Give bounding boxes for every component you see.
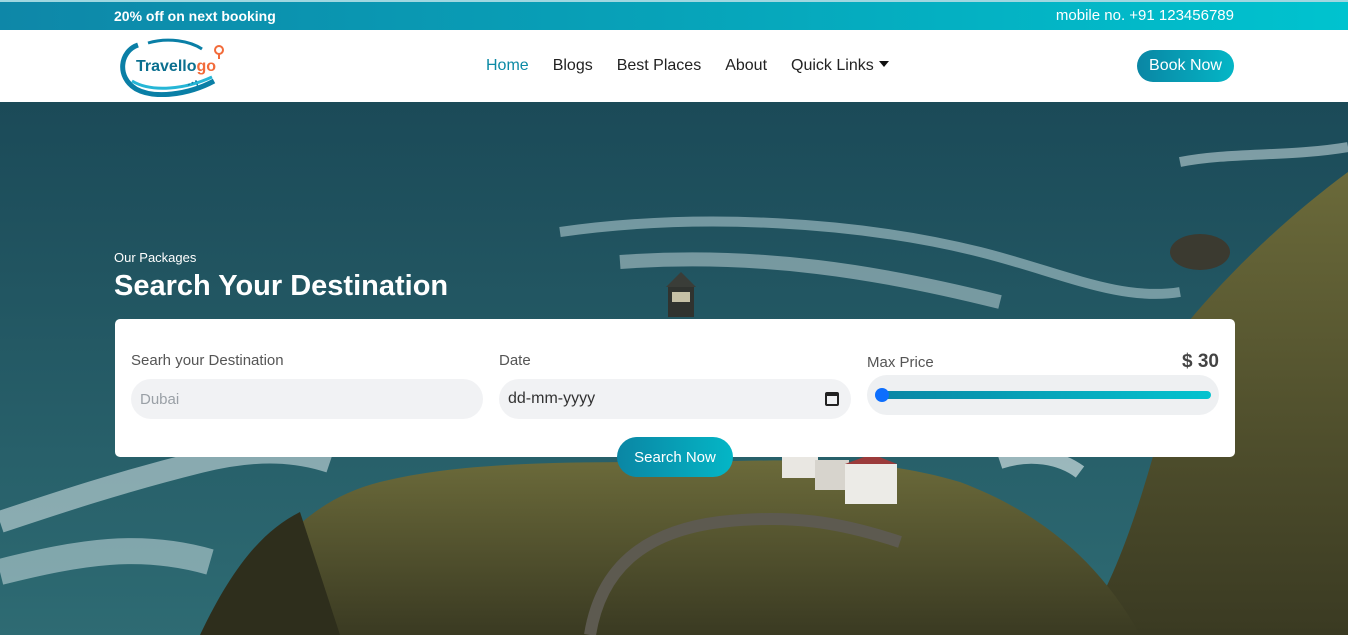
nav-about[interactable]: About [725, 57, 767, 75]
main-nav: Home Blogs Best Places About Quick Links [486, 57, 913, 75]
navbar: Travellogo Home Blogs Best Places About … [0, 30, 1348, 102]
date-value: dd-mm-yyyy [508, 390, 596, 407]
max-price-label: Max Price [867, 354, 934, 371]
caret-down-icon [878, 61, 889, 67]
promo-bar: 20% off on next booking mobile no. +91 1… [0, 0, 1348, 30]
hero-section: Our Packages Search Your Destination Sea… [0, 102, 1348, 635]
calendar-icon[interactable] [825, 392, 839, 406]
logo-text: Travellogo [136, 58, 217, 75]
nav-best-places[interactable]: Best Places [617, 57, 701, 75]
promo-text: 20% off on next booking [114, 8, 276, 24]
slider-track[interactable] [879, 391, 1211, 399]
destination-input[interactable] [131, 379, 483, 419]
nav-quick-links-label: Quick Links [791, 57, 874, 74]
date-label: Date [499, 352, 531, 369]
slider-thumb[interactable] [875, 388, 889, 402]
date-input[interactable]: dd-mm-yyyy [499, 379, 851, 419]
search-now-button[interactable]: Search Now [617, 437, 733, 477]
logo[interactable]: Travellogo [118, 37, 228, 98]
max-price-slider[interactable] [867, 375, 1219, 415]
hero-title: Search Your Destination [114, 270, 449, 302]
max-price-value: $ 30 [1182, 351, 1219, 372]
nav-quick-links[interactable]: Quick Links [791, 57, 889, 75]
nav-blogs[interactable]: Blogs [553, 57, 593, 75]
destination-label: Searh your Destination [131, 352, 284, 369]
nav-home[interactable]: Home [486, 57, 529, 75]
book-now-button[interactable]: Book Now [1137, 50, 1234, 82]
hero-subtitle: Our Packages [114, 250, 197, 265]
phone-number: mobile no. +91 123456789 [1055, 7, 1234, 24]
